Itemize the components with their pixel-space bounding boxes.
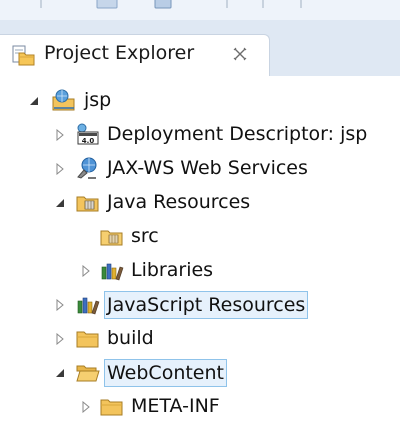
- project-explorer-icon: [12, 45, 35, 66]
- tree-item-build[interactable]: build: [0, 322, 400, 356]
- close-icon[interactable]: [230, 44, 250, 64]
- folder-icon: [76, 331, 99, 348]
- tree-item-java-resources[interactable]: Java Resources: [0, 186, 400, 220]
- tree-item-src[interactable]: src: [0, 220, 400, 254]
- tree-item-label: jsp: [84, 89, 112, 111]
- tree-item-deployment-descriptor[interactable]: 4.0 Deployment Descriptor: jsp: [0, 118, 400, 152]
- toolbar-icon[interactable]: [152, 0, 174, 10]
- tree-item-meta-inf[interactable]: META-INF: [0, 390, 400, 424]
- collapsed-arrow-icon[interactable]: [54, 299, 66, 311]
- project-tree: jsp 4.0 Deployment Descriptor: jsp JAX-W…: [0, 76, 400, 439]
- project-explorer-tab[interactable]: Project Explorer: [0, 34, 270, 76]
- collapsed-arrow-icon[interactable]: [54, 333, 66, 345]
- tree-item-label: Deployment Descriptor: jsp: [107, 123, 368, 145]
- svg-text:4.0: 4.0: [82, 137, 95, 145]
- collapsed-arrow-icon[interactable]: [80, 401, 92, 413]
- toolbar-separator: [226, 0, 228, 8]
- folder-open-icon: [76, 365, 100, 382]
- collapsed-arrow-icon[interactable]: [54, 163, 66, 175]
- toolbar-icon[interactable]: [96, 0, 118, 10]
- toolbar-separator: [40, 0, 42, 8]
- toolbar-separator: [300, 0, 302, 8]
- tree-item-label: WebContent: [104, 359, 227, 387]
- tree-item-label: src: [131, 225, 159, 247]
- tree-item-jsp[interactable]: jsp: [0, 84, 400, 118]
- tree-item-label: build: [107, 327, 154, 349]
- deployment-descriptor-icon: 4.0: [77, 123, 99, 145]
- tree-item-javascript-resources[interactable]: JavaScript Resources: [0, 288, 400, 322]
- expanded-arrow-icon[interactable]: [54, 367, 66, 379]
- tree-item-label: Libraries: [131, 259, 214, 281]
- view-title: Project Explorer: [44, 42, 195, 64]
- tree-item-webcontent[interactable]: WebContent: [0, 356, 400, 390]
- toolbar-separator: [262, 0, 264, 8]
- source-folder-icon: [100, 230, 123, 246]
- expanded-arrow-icon[interactable]: [54, 197, 66, 209]
- java-resources-icon: [76, 196, 99, 212]
- tree-item-label: JavaScript Resources: [104, 291, 309, 319]
- tree-item-label: JAX-WS Web Services: [107, 157, 308, 179]
- collapsed-arrow-icon[interactable]: [80, 265, 92, 277]
- tree-item-libraries[interactable]: Libraries: [0, 254, 400, 288]
- expanded-arrow-icon[interactable]: [28, 95, 40, 107]
- web-services-icon: [77, 157, 97, 179]
- view-tab-bar: Project Explorer: [0, 20, 400, 76]
- javascript-resources-icon: [77, 297, 100, 315]
- tree-item-label: Java Resources: [107, 191, 251, 213]
- libraries-icon: [101, 263, 124, 281]
- collapsed-arrow-icon[interactable]: [54, 129, 66, 141]
- folder-icon: [100, 399, 123, 416]
- toolbar-strip: [0, 0, 400, 20]
- tree-item-label: META-INF: [131, 395, 220, 417]
- web-project-icon: [52, 89, 75, 111]
- tree-item-jax-ws-web-services[interactable]: JAX-WS Web Services: [0, 152, 400, 186]
